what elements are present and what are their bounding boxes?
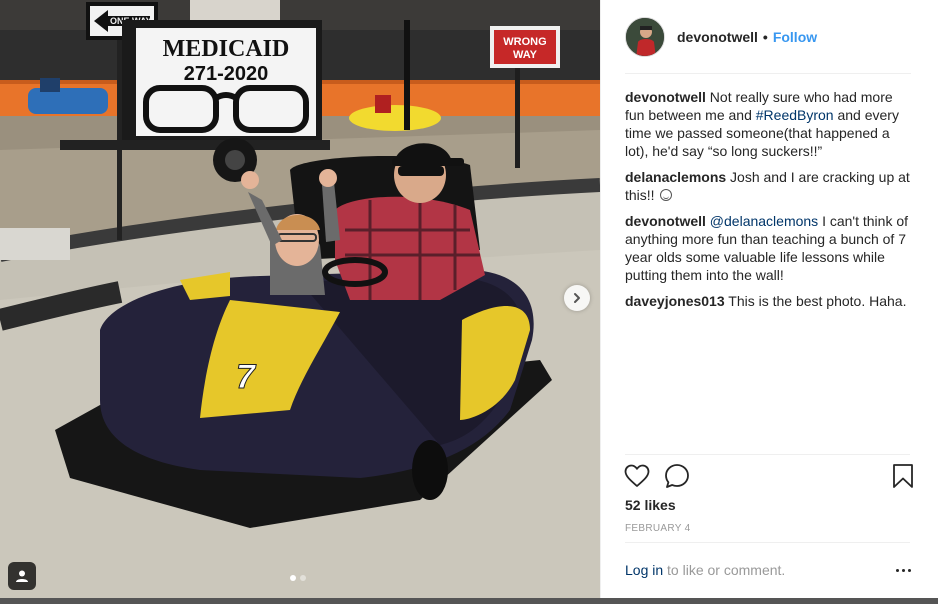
more-horizontal-icon (901, 568, 905, 572)
comments-list: devonotwell Not really sure who had more… (625, 88, 911, 318)
more-horizontal-icon (907, 568, 911, 572)
comment-button[interactable] (663, 462, 691, 490)
post-actions (623, 462, 915, 490)
like-button[interactable] (623, 462, 651, 490)
carousel-next-button[interactable] (564, 285, 590, 311)
comment-username[interactable]: devonotwell (625, 89, 706, 105)
billboard-number: 271-2020 (184, 63, 269, 85)
carousel-indicator (290, 575, 306, 581)
heart-icon (624, 464, 650, 487)
save-button[interactable] (889, 462, 917, 490)
login-suffix: to like or comment. (663, 562, 786, 578)
wrong-way-line1: WRONG (503, 36, 546, 48)
billboard-title: MEDICAID (163, 36, 290, 62)
more-options-button[interactable] (891, 560, 915, 580)
window-bottom-edge (0, 598, 938, 604)
post-side-panel: devonotwell • Follow devonotwell Not rea… (600, 0, 938, 604)
user-tag-icon (16, 570, 28, 582)
kart-number: 7 (236, 358, 257, 396)
avatar-image (626, 18, 664, 56)
author-username[interactable]: devonotwell (677, 29, 758, 45)
comment-text: This is the best photo. Haha. (724, 293, 907, 309)
comment-username[interactable]: devonotwell (625, 213, 706, 229)
comment-username[interactable]: delanaclemons (625, 169, 726, 185)
comment-item: delanaclemons Josh and I are cracking up… (625, 168, 911, 204)
speech-bubble-icon (665, 464, 689, 488)
divider (625, 542, 910, 543)
carousel-dot (300, 575, 306, 581)
more-horizontal-icon (895, 568, 899, 572)
caption-comment: devonotwell Not really sure who had more… (625, 88, 911, 160)
comment-username[interactable]: daveyjones013 (625, 293, 725, 309)
mention-link[interactable]: @delanaclemons (710, 213, 818, 229)
post-header: devonotwell • Follow (601, 0, 938, 74)
header-separator: • (762, 29, 768, 45)
login-link[interactable]: Log in (625, 562, 663, 578)
likes-count[interactable]: 52 likes (625, 497, 676, 513)
follow-button[interactable]: Follow (773, 29, 817, 45)
photo-scene: ONE WAY MEDICAID 271-2020 WRONG WAY 7 (0, 0, 600, 604)
carousel-dot (290, 575, 296, 581)
comment-item: daveyjones013 This is the best photo. Ha… (625, 292, 911, 310)
post-date[interactable]: February 4 (625, 523, 690, 534)
author-avatar[interactable] (625, 17, 665, 57)
hashtag-link[interactable]: #ReedByron (756, 107, 834, 123)
comment-item: devonotwell @delanaclemons I can't think… (625, 212, 911, 284)
post-photo[interactable]: ONE WAY MEDICAID 271-2020 WRONG WAY 7 (0, 0, 600, 604)
divider (625, 454, 910, 455)
chevron-right-icon (574, 293, 580, 303)
wrong-way-line2: WAY (513, 49, 538, 61)
bookmark-icon (893, 464, 913, 488)
tagged-users-button[interactable] (8, 562, 36, 590)
login-prompt: Log in to like or comment. (625, 562, 785, 578)
laughing-emoji-icon (660, 189, 673, 201)
